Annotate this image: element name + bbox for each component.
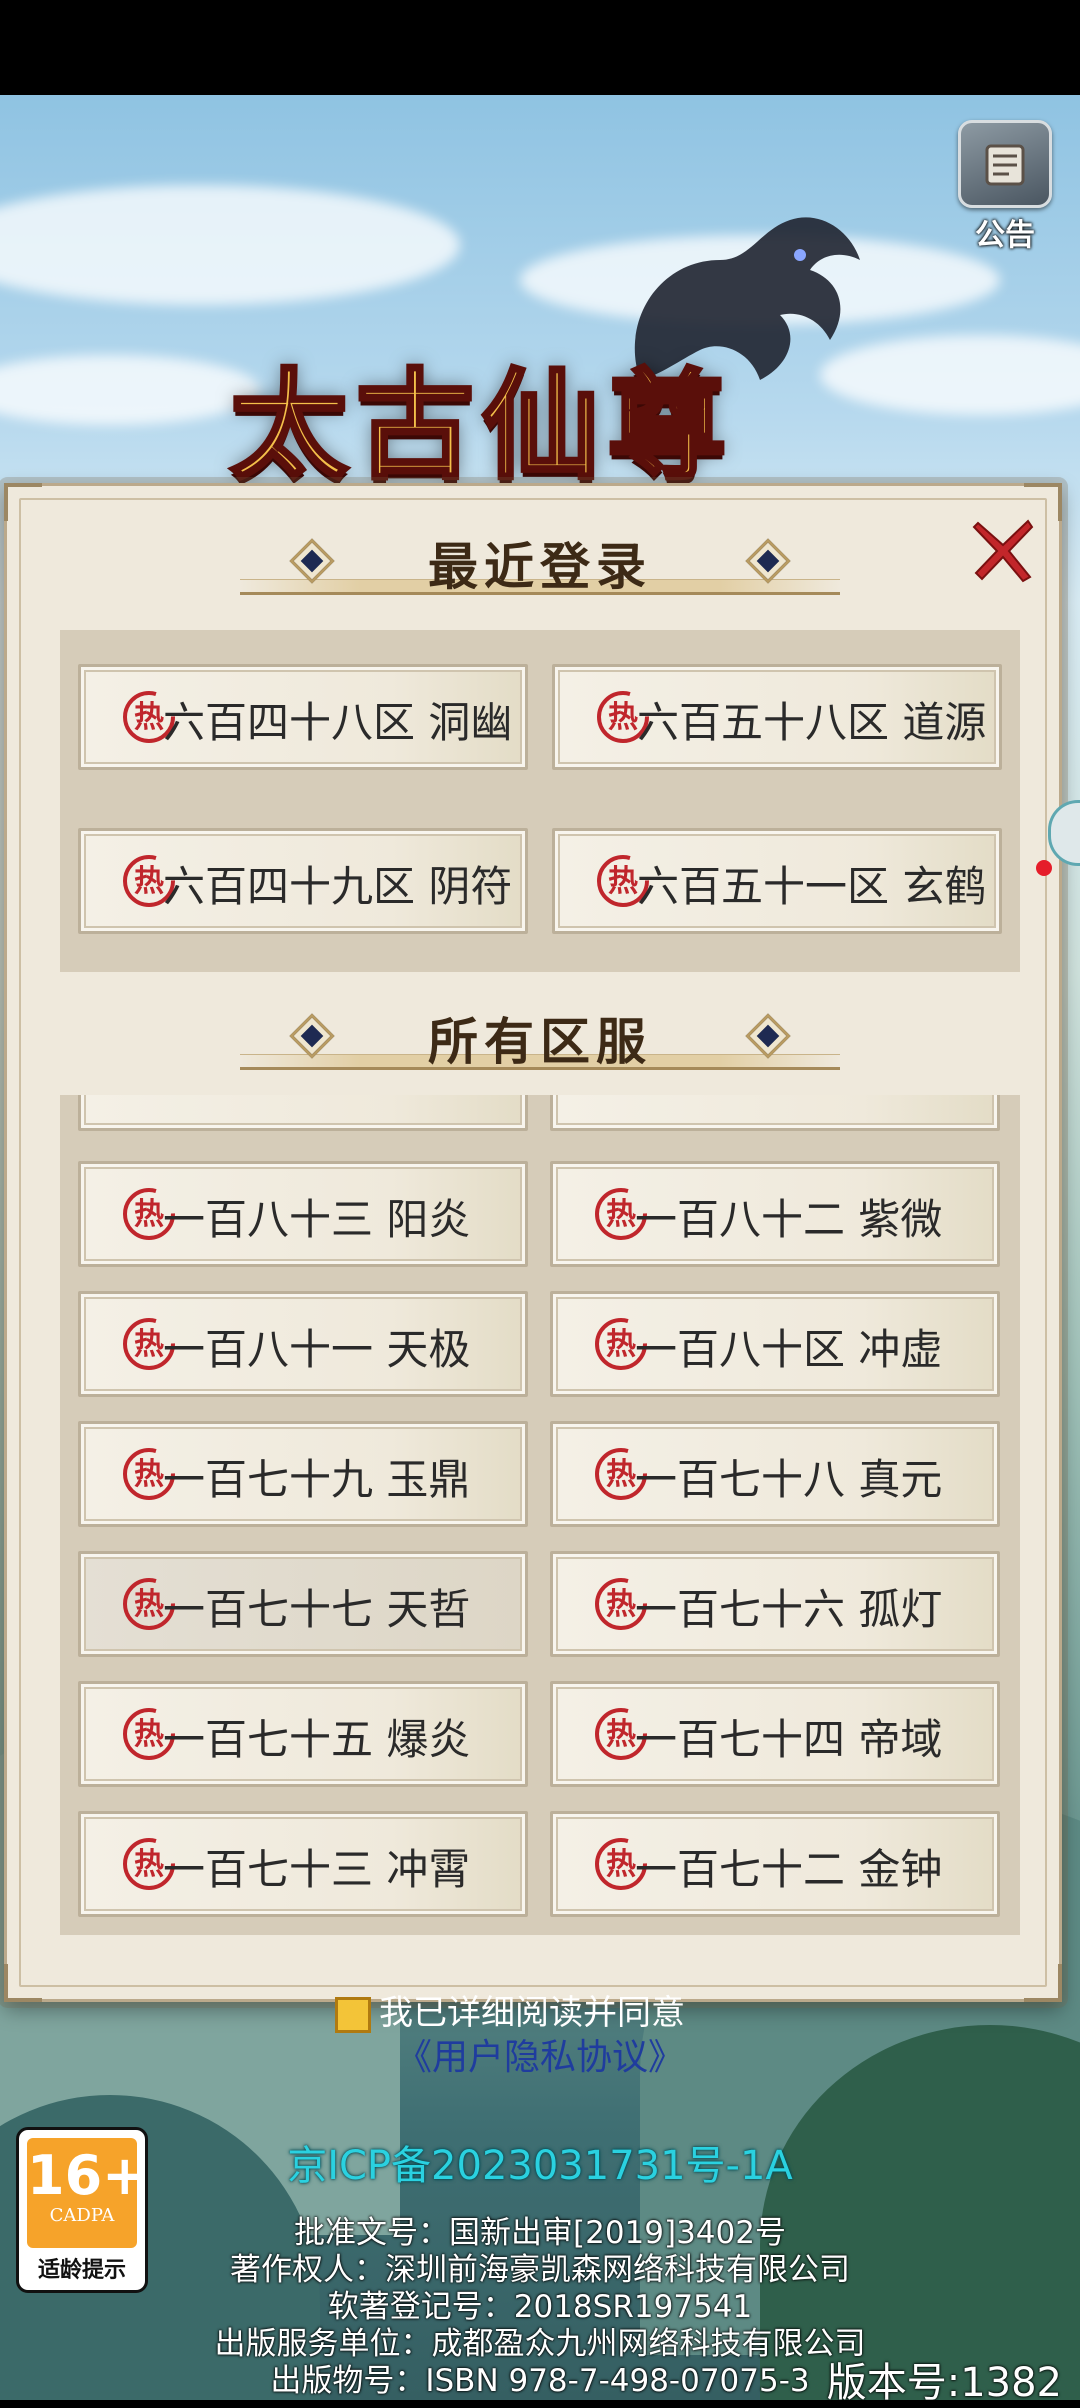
svg-text:热: 热 [608, 864, 638, 899]
version-number: 版本号:1382 [826, 2360, 1062, 2406]
server-name: 一百八十三 阳炎 [163, 1195, 471, 1244]
server-button[interactable]: 热六百五十一区 玄鹤 [552, 828, 1002, 934]
dialog-corner-ornament [1024, 1964, 1062, 2002]
notification-dot [1036, 860, 1052, 876]
age-rating-number: 16+ [27, 2144, 148, 2207]
icp-license: 京ICP备2023031731号-1A [287, 2143, 793, 2189]
svg-text:热: 热 [134, 1717, 164, 1752]
server-name: 一百八十二 紫微 [635, 1195, 943, 1244]
notice-label: 公告 [975, 218, 1035, 253]
svg-text:热: 热 [606, 1847, 636, 1882]
age-rating-badge[interactable]: 16+ CADPA 适龄提示 [16, 2127, 148, 2293]
game-title-logo: 太古仙尊 [228, 354, 735, 497]
server-button[interactable]: 热一百八十二 紫微 [550, 1161, 1000, 1267]
svg-text:热: 热 [134, 700, 164, 735]
agreement-text: 我已详细阅读并同意 [379, 1993, 685, 2033]
svg-text:热: 热 [134, 864, 164, 899]
age-rating-tile: 16+ CADPA [27, 2138, 148, 2248]
server-name: 六百四十八区 洞幽 [163, 698, 513, 747]
server-name: 一百七十八 真元 [635, 1455, 943, 1504]
svg-text:热: 热 [134, 1327, 164, 1362]
svg-text:热: 热 [606, 1587, 636, 1622]
dialog-corner-ornament [4, 1964, 42, 2002]
server-name: 六百四十九区 阴符 [163, 862, 513, 911]
recent-login-header: 最近登录 [240, 525, 840, 605]
agreement-row[interactable]: 我已详细阅读并同意 [335, 1985, 685, 2033]
cloud [0, 355, 260, 425]
server-button[interactable]: 热一百七十六 孤灯 [550, 1551, 1000, 1657]
svg-text:热: 热 [606, 1197, 636, 1232]
server-button[interactable]: 热一百八十三 阳炎 [78, 1161, 528, 1267]
svg-text:热: 热 [606, 1327, 636, 1362]
server-button[interactable]: 热六百四十九区 阴符 [78, 828, 528, 934]
server-button[interactable]: 热六百五十八区 道源 [552, 664, 1002, 770]
svg-text:热: 热 [606, 1717, 636, 1752]
server-button[interactable]: 热六百四十八区 洞幽 [78, 664, 528, 770]
svg-text:热: 热 [134, 1587, 164, 1622]
svg-text:热: 热 [134, 1197, 164, 1232]
server-button-partial[interactable] [550, 1095, 1000, 1131]
recent-login-title: 最近登录 [428, 537, 652, 596]
server-button[interactable]: 热一百七十三 冲霄 [78, 1811, 528, 1917]
cloud [0, 185, 460, 305]
server-name: 一百七十二 金钟 [635, 1845, 943, 1894]
server-button[interactable]: 热一百七十九 玉鼎 [78, 1421, 528, 1527]
server-button[interactable]: 热一百七十四 帝域 [550, 1681, 1000, 1787]
notice-button[interactable]: 公告 [950, 120, 1060, 253]
all-servers-title: 所有区服 [428, 1012, 652, 1071]
server-name: 一百七十六 孤灯 [635, 1585, 943, 1634]
svg-text:热: 热 [134, 1847, 164, 1882]
server-button[interactable]: 热一百七十二 金钟 [550, 1811, 1000, 1917]
server-button[interactable]: 热一百七十五 爆炎 [78, 1681, 528, 1787]
server-button-partial[interactable] [78, 1095, 528, 1131]
close-icon[interactable] [968, 515, 1038, 585]
server-name: 一百八十一 天极 [163, 1325, 471, 1374]
server-name: 六百五十八区 道源 [637, 698, 987, 747]
server-button[interactable]: 热一百八十区 冲虚 [550, 1291, 1000, 1397]
server-name: 一百七十七 天哲 [163, 1585, 471, 1634]
server-name: 一百八十区 冲虚 [635, 1325, 943, 1374]
server-name: 一百七十九 玉鼎 [163, 1455, 471, 1504]
server-name: 一百七十四 帝域 [635, 1715, 943, 1764]
scroll-icon [958, 120, 1052, 208]
server-name: 六百五十一区 玄鹤 [637, 862, 987, 911]
server-button[interactable]: 热一百八十一 天极 [78, 1291, 528, 1397]
server-name: 一百七十五 爆炎 [163, 1715, 471, 1764]
all-servers-list[interactable]: 热一百八十三 阳炎热一百八十二 紫微热一百八十一 天极热一百八十区 冲虚热一百七… [60, 1095, 1020, 1935]
server-button[interactable]: 热一百七十八 真元 [550, 1421, 1000, 1527]
age-rating-tip: 适龄提示 [37, 2258, 126, 2283]
svg-text:热: 热 [606, 1457, 636, 1492]
dialog-corner-ornament [4, 483, 42, 521]
server-name: 一百七十三 冲霄 [163, 1845, 471, 1894]
server-button[interactable]: 热一百七十七 天哲 [78, 1551, 528, 1657]
recent-servers-panel: 热六百四十八区 洞幽热六百五十八区 道源热六百四十九区 阴符热六百五十一区 玄鹤 [60, 630, 1020, 972]
all-servers-header: 所有区服 [240, 1000, 840, 1080]
svg-text:热: 热 [134, 1457, 164, 1492]
privacy-policy-link[interactable]: 《用户隐私协议》 [0, 2028, 1080, 2080]
age-rating-org: CADPA [49, 2205, 115, 2226]
svg-text:热: 热 [608, 700, 638, 735]
